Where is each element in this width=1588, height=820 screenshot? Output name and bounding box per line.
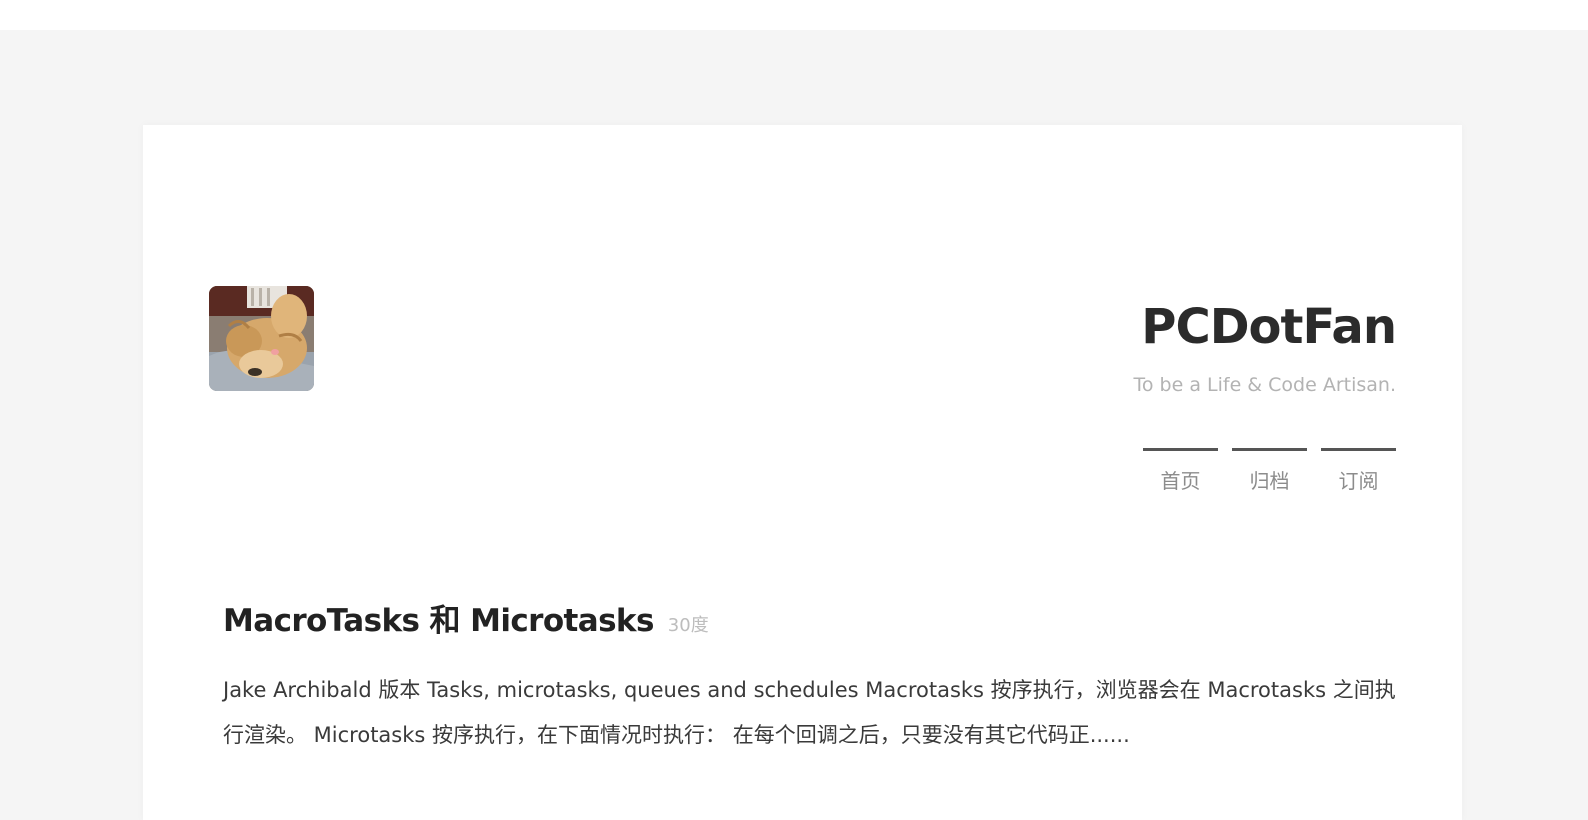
nav-item-subscribe[interactable]: 订阅 [1321, 448, 1396, 494]
main-card: PCDotFan To be a Life & Code Artisan. 首页… [143, 125, 1462, 820]
post-excerpt: Jake Archibald 版本 Tasks, microtasks, que… [223, 678, 1396, 747]
post-title[interactable]: MacroTasks 和 Microtasks [223, 595, 654, 640]
post-entry: MacroTasks 和 Microtasks 30度 Jake Archiba… [223, 595, 1403, 779]
site-title[interactable]: PCDotFan [1141, 303, 1397, 351]
nav-item-home[interactable]: 首页 [1143, 448, 1218, 494]
site-subtitle: To be a Life & Code Artisan. [1133, 374, 1397, 396]
avatar[interactable] [209, 286, 314, 391]
nav-item-archive[interactable]: 归档 [1232, 448, 1307, 494]
cat-avatar-icon [209, 286, 314, 391]
post-meta: 30度 [667, 615, 709, 636]
post-header: MacroTasks 和 Microtasks 30度 [223, 595, 1403, 640]
top-bar [0, 0, 1588, 30]
main-nav: 首页 归档 订阅 [1143, 448, 1396, 494]
